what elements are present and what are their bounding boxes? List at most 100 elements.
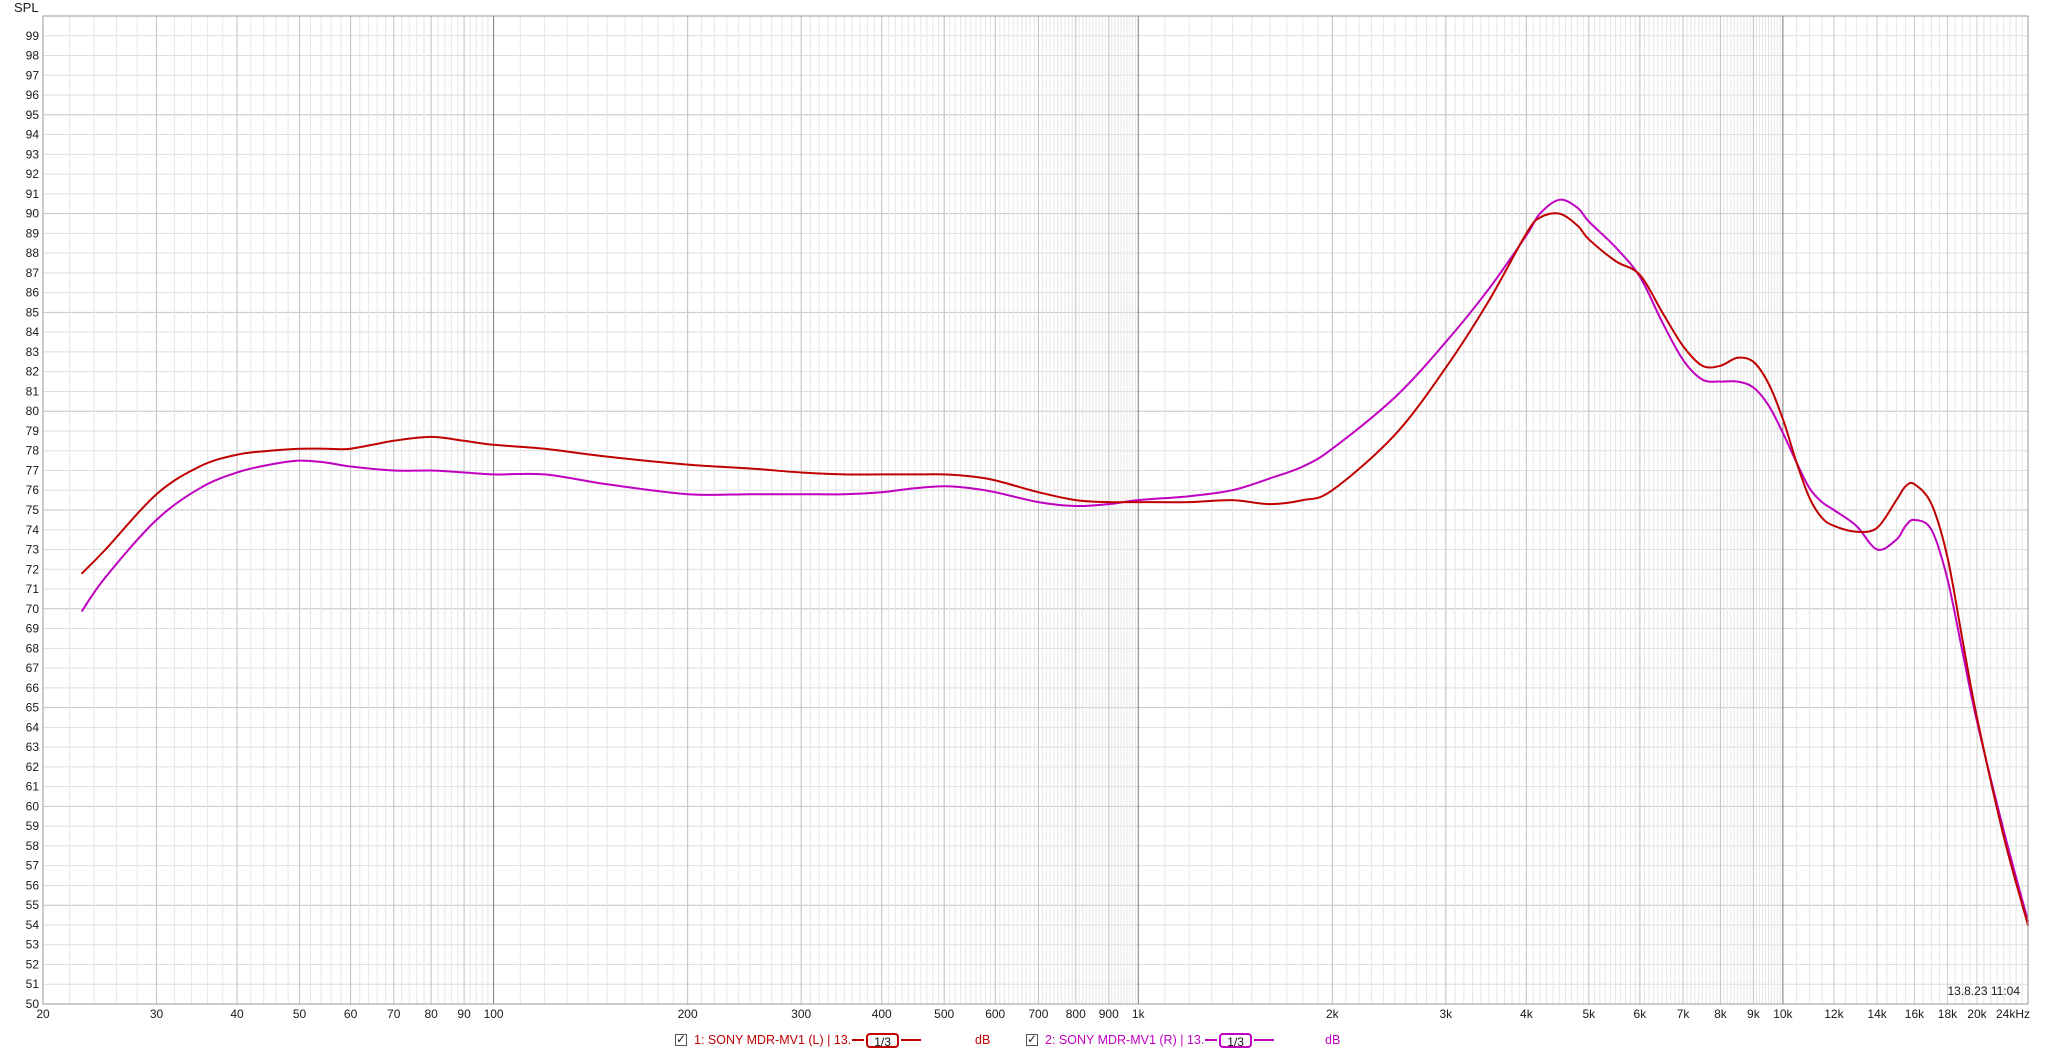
y-tick-label: 59 xyxy=(26,819,40,833)
y-tick-label: 98 xyxy=(26,49,40,63)
y-tick-label: 74 xyxy=(26,523,40,537)
y-tick-label: 94 xyxy=(26,128,40,142)
y-tick-label: 85 xyxy=(26,305,40,319)
smoothing-badge-right[interactable]: 1/3 xyxy=(1219,1032,1252,1049)
y-tick-label: 91 xyxy=(26,187,40,201)
x-tick-label: 9k xyxy=(1747,1007,1761,1021)
x-tick-label: 16k xyxy=(1905,1007,1925,1021)
legend-line-left-tail xyxy=(900,1039,921,1041)
legend-line-right xyxy=(1205,1039,1218,1041)
y-tick-label: 52 xyxy=(26,957,40,971)
legend-item-left[interactable]: ✓ 1: SONY MDR-MV1 (L) | 13. 1/3 xyxy=(675,1029,922,1051)
x-tick-label: 8k xyxy=(1714,1007,1728,1021)
x-tick-label: 200 xyxy=(678,1007,698,1021)
checkmark-icon: ✓ xyxy=(676,1032,687,1046)
y-tick-label: 56 xyxy=(26,878,40,892)
x-tick-label: 6k xyxy=(1634,1007,1648,1021)
x-tick-label: 400 xyxy=(872,1007,892,1021)
x-tick-label: 30 xyxy=(150,1007,164,1021)
y-tick-label: 67 xyxy=(26,661,40,675)
x-tick-label: 4k xyxy=(1520,1007,1534,1021)
frequency-response-chart[interactable]: SPL 50 51 52 53 54 55 56 57 58 59 60 61 62 63 64 65 66 67… xyxy=(0,0,2048,1054)
y-tick-label: 86 xyxy=(26,286,40,300)
y-tick-label: 80 xyxy=(26,404,40,418)
y-tick-label: 57 xyxy=(26,859,40,873)
x-tick-label: 700 xyxy=(1028,1007,1048,1021)
legend-label-left: 1: SONY MDR-MV1 (L) | 13. xyxy=(694,1033,852,1047)
y-tick-label: 79 xyxy=(26,424,40,438)
y-tick-label: 69 xyxy=(26,622,40,636)
y-tick-label: 78 xyxy=(26,444,40,458)
legend-checkbox-left[interactable]: ✓ xyxy=(675,1032,687,1046)
y-tick-label: 60 xyxy=(26,799,40,813)
x-tick-label: 600 xyxy=(985,1007,1005,1021)
x-tick-label: 80 xyxy=(424,1007,438,1021)
y-tick-label: 77 xyxy=(26,463,40,477)
legend-unit-left: dB xyxy=(975,1033,991,1047)
x-tick-label: 24kHz xyxy=(1996,1007,2030,1021)
y-tick-label: 65 xyxy=(26,701,40,715)
y-tick-label: 84 xyxy=(26,325,40,339)
y-tick-label: 83 xyxy=(26,345,40,359)
y-axis-label: SPL xyxy=(14,0,39,15)
y-tick-label: 89 xyxy=(26,226,40,240)
x-tick-label: 100 xyxy=(484,1007,504,1021)
y-tick-label: 96 xyxy=(26,88,40,102)
y-tick-label: 76 xyxy=(26,483,40,497)
y-tick-label: 90 xyxy=(26,207,40,221)
y-tick-label: 70 xyxy=(26,602,40,616)
legend: ✓ 1: SONY MDR-MV1 (L) | 13. 1/3 dB ✓ 2: … xyxy=(0,1029,2048,1051)
y-tick-label: 97 xyxy=(26,68,40,82)
legend-item-right[interactable]: ✓ 2: SONY MDR-MV1 (R) | 13. 1/3 xyxy=(1026,1029,1275,1051)
y-tick-label: 55 xyxy=(26,898,40,912)
y-tick-label: 66 xyxy=(26,681,40,695)
x-tick-label: 300 xyxy=(791,1007,811,1021)
y-tick-label: 58 xyxy=(26,839,40,853)
y-tick-labels: 5051525354555657585960616263646566676869… xyxy=(26,29,40,1011)
timestamp-label: 13.8.23 11:04 xyxy=(1947,984,2020,998)
x-tick-label: 5k xyxy=(1582,1007,1596,1021)
x-tick-label: 12k xyxy=(1824,1007,1844,1021)
x-tick-label: 90 xyxy=(457,1007,471,1021)
x-tick-label: 18k xyxy=(1938,1007,1958,1021)
x-tick-label: 10k xyxy=(1773,1007,1793,1021)
x-tick-label: 20 xyxy=(36,1007,50,1021)
y-tick-label: 93 xyxy=(26,147,40,161)
x-tick-label: 3k xyxy=(1439,1007,1453,1021)
y-tick-label: 87 xyxy=(26,266,40,280)
y-tick-label: 64 xyxy=(26,720,40,734)
y-tick-label: 51 xyxy=(26,977,40,991)
legend-label-right: 2: SONY MDR-MV1 (R) | 13. xyxy=(1045,1033,1205,1047)
y-tick-label: 63 xyxy=(26,740,40,754)
smoothing-badge-left[interactable]: 1/3 xyxy=(866,1032,899,1049)
x-tick-label: 2k xyxy=(1326,1007,1340,1021)
x-tick-label: 14k xyxy=(1867,1007,1887,1021)
y-tick-label: 68 xyxy=(26,641,40,655)
y-tick-label: 75 xyxy=(26,503,40,517)
x-tick-label: 900 xyxy=(1099,1007,1119,1021)
legend-checkbox-right[interactable]: ✓ xyxy=(1026,1032,1038,1046)
x-tick-label: 1k xyxy=(1132,1007,1146,1021)
x-tick-label: 40 xyxy=(230,1007,244,1021)
y-tick-label: 99 xyxy=(26,29,40,43)
x-tick-label: 800 xyxy=(1066,1007,1086,1021)
y-tick-label: 82 xyxy=(26,365,40,379)
y-tick-label: 92 xyxy=(26,167,40,181)
y-tick-label: 61 xyxy=(26,780,40,794)
y-tick-label: 71 xyxy=(26,582,40,596)
x-tick-label: 20k xyxy=(1967,1007,1987,1021)
x-tick-label: 7k xyxy=(1677,1007,1691,1021)
x-tick-label: 500 xyxy=(934,1007,954,1021)
y-tick-label: 54 xyxy=(26,918,40,932)
y-tick-label: 95 xyxy=(26,108,40,122)
legend-unit-right: dB xyxy=(1325,1033,1341,1047)
y-tick-label: 81 xyxy=(26,384,40,398)
y-tick-label: 62 xyxy=(26,760,40,774)
x-tick-labels: 20 30 40 50 60 70 80 90 100 200 300 400 500 600 700 800… xyxy=(36,1007,2030,1021)
y-tick-label: 72 xyxy=(26,562,40,576)
y-tick-label: 73 xyxy=(26,543,40,557)
legend-line-right-tail xyxy=(1253,1039,1274,1041)
x-tick-label: 70 xyxy=(387,1007,401,1021)
legend-line-left xyxy=(852,1039,865,1041)
checkmark-icon: ✓ xyxy=(1027,1032,1038,1046)
